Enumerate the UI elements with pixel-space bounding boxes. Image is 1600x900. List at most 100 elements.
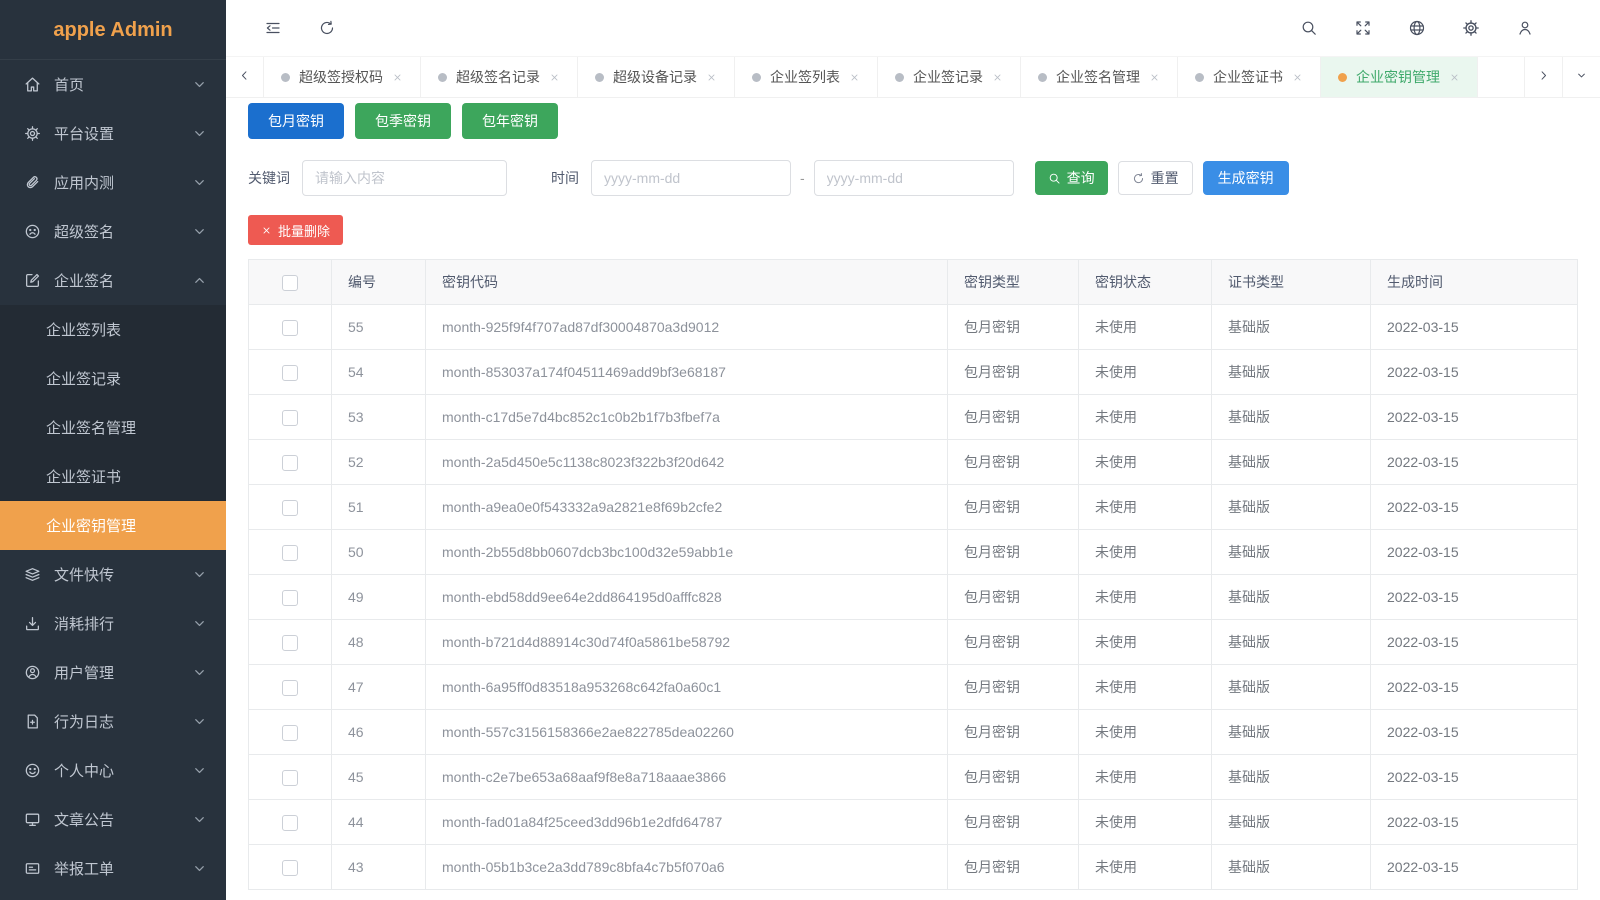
row-checkbox[interactable] xyxy=(282,410,298,426)
sidebar-item-platform-settings[interactable]: 平台设置 xyxy=(0,109,226,158)
close-icon[interactable] xyxy=(1149,72,1160,83)
row-checkbox[interactable] xyxy=(282,860,298,876)
cell-type: 包月密钥 xyxy=(948,485,1079,530)
tabs-scroll-left-button[interactable] xyxy=(226,57,264,97)
sidebar-item-report-ticket[interactable]: 举报工单 xyxy=(0,844,226,893)
tab-item[interactable]: 企业签名管理 xyxy=(1021,57,1178,97)
sidebar-item-enterprise-sign[interactable]: 企业签名 xyxy=(0,256,226,305)
globe-icon[interactable] xyxy=(1408,19,1426,37)
tab-item[interactable]: 超级设备记录 xyxy=(578,57,735,97)
sidebar-item-consumption-rank[interactable]: 消耗排行 xyxy=(0,599,226,648)
tabs-scroll-right-button[interactable] xyxy=(1524,57,1562,97)
chevron-down-icon xyxy=(191,713,208,730)
row-checkbox[interactable] xyxy=(282,725,298,741)
table-row: 45 month-c2e7be653a68aaf9f8e8a718aaae386… xyxy=(249,755,1578,800)
table-row: 51 month-a9ea0e0f543332a9a2821e8f69b2cfe… xyxy=(249,485,1578,530)
cell-id: 51 xyxy=(332,485,426,530)
search-button[interactable]: 查询 xyxy=(1035,161,1108,195)
menu-collapse-icon[interactable] xyxy=(264,19,282,37)
tab-item[interactable]: 企业签证书 xyxy=(1178,57,1321,97)
sidebar-subitem-enterprise-sign-cert[interactable]: 企业签证书 xyxy=(0,452,226,501)
yearly-key-button[interactable]: 包年密钥 xyxy=(462,103,558,139)
cell-id: 48 xyxy=(332,620,426,665)
cell-type: 包月密钥 xyxy=(948,800,1079,845)
topbar-left xyxy=(264,19,336,37)
sidebar-item-app-beta[interactable]: 应用内测 xyxy=(0,158,226,207)
tabs-menu-button[interactable] xyxy=(1562,57,1600,97)
cell-cert: 基础版 xyxy=(1212,710,1371,755)
row-checkbox[interactable] xyxy=(282,680,298,696)
tab-item[interactable]: 超级签授权码 xyxy=(264,57,421,97)
quarterly-key-button[interactable]: 包季密钥 xyxy=(355,103,451,139)
sidebar-item-file-transfer[interactable]: 文件快传 xyxy=(0,550,226,599)
cell-status: 未使用 xyxy=(1079,440,1212,485)
sidebar-subitem-enterprise-sign-records[interactable]: 企业签记录 xyxy=(0,354,226,403)
cell-id: 45 xyxy=(332,755,426,800)
close-icon[interactable] xyxy=(1292,72,1303,83)
search-icon[interactable] xyxy=(1300,19,1318,37)
cell-status: 未使用 xyxy=(1079,710,1212,755)
gear-icon[interactable] xyxy=(1462,19,1480,37)
cell-status: 未使用 xyxy=(1079,575,1212,620)
sidebar-item-label: 企业签名 xyxy=(54,270,191,291)
table-row: 55 month-925f9f4f707ad87df30004870a3d901… xyxy=(249,305,1578,350)
cell-id: 46 xyxy=(332,710,426,755)
row-checkbox[interactable] xyxy=(282,320,298,336)
cell-select xyxy=(249,305,332,350)
close-icon[interactable] xyxy=(992,72,1003,83)
sidebar-item-label: 文章公告 xyxy=(54,809,191,830)
user-icon[interactable] xyxy=(1516,19,1534,37)
sidebar-item-home[interactable]: 首页 xyxy=(0,60,226,109)
row-checkbox[interactable] xyxy=(282,500,298,516)
table-row: 49 month-ebd58dd9ee64e2dd864195d0afffc82… xyxy=(249,575,1578,620)
refresh-icon[interactable] xyxy=(318,19,336,37)
select-all-checkbox[interactable] xyxy=(282,275,298,291)
tab-item[interactable]: 企业签列表 xyxy=(735,57,878,97)
tab-item[interactable]: 超级签名记录 xyxy=(421,57,578,97)
row-checkbox[interactable] xyxy=(282,590,298,606)
tab-item[interactable]: 企业密钥管理 xyxy=(1321,57,1478,97)
row-checkbox[interactable] xyxy=(282,815,298,831)
sidebar-subitem-enterprise-sign-management[interactable]: 企业签名管理 xyxy=(0,403,226,452)
cell-id: 54 xyxy=(332,350,426,395)
smile-icon xyxy=(24,762,41,779)
monthly-key-button[interactable]: 包月密钥 xyxy=(248,103,344,139)
close-icon[interactable] xyxy=(849,72,860,83)
row-checkbox[interactable] xyxy=(282,545,298,561)
sidebar-item-user-management[interactable]: 用户管理 xyxy=(0,648,226,697)
generate-key-button-label: 生成密钥 xyxy=(1218,168,1274,188)
cell-created: 2022-03-15 xyxy=(1371,350,1578,395)
fullscreen-icon[interactable] xyxy=(1354,19,1372,37)
row-checkbox[interactable] xyxy=(282,365,298,381)
generate-key-button[interactable]: 生成密钥 xyxy=(1203,161,1289,195)
keyword-input[interactable] xyxy=(302,160,507,196)
row-checkbox[interactable] xyxy=(282,635,298,651)
sidebar-item-label: 文件快传 xyxy=(54,564,191,585)
close-icon[interactable] xyxy=(549,72,560,83)
cell-code: month-c2e7be653a68aaf9f8e8a718aaae3866 xyxy=(426,755,948,800)
tab-item[interactable]: 企业签记录 xyxy=(878,57,1021,97)
sidebar-subitem-enterprise-key-management[interactable]: 企业密钥管理 xyxy=(0,501,226,550)
row-checkbox[interactable] xyxy=(282,455,298,471)
sidebar-item-super-sign[interactable]: 超级签名 xyxy=(0,207,226,256)
reset-button[interactable]: 重置 xyxy=(1118,161,1193,195)
cell-select xyxy=(249,755,332,800)
cell-type: 包月密钥 xyxy=(948,440,1079,485)
close-icon[interactable] xyxy=(392,72,403,83)
close-icon[interactable] xyxy=(1449,72,1460,83)
date-end-input[interactable] xyxy=(814,160,1014,196)
cell-id: 47 xyxy=(332,665,426,710)
table-row: 50 month-2b55d8bb0607dcb3bc100d32e59abb1… xyxy=(249,530,1578,575)
date-start-input[interactable] xyxy=(591,160,791,196)
sidebar-subitem-enterprise-sign-list[interactable]: 企业签列表 xyxy=(0,305,226,354)
batch-delete-button[interactable]: 批量删除 xyxy=(248,215,343,245)
batch-row: 批量删除 xyxy=(248,215,1578,245)
close-icon[interactable] xyxy=(706,72,717,83)
sidebar-item-article-notice[interactable]: 文章公告 xyxy=(0,795,226,844)
sidebar-item-behavior-log[interactable]: 行为日志 xyxy=(0,697,226,746)
sidebar-item-personal-center[interactable]: 个人中心 xyxy=(0,746,226,795)
table-row: 53 month-c17d5e7d4bc852c1c0b2b1f7b3fbef7… xyxy=(249,395,1578,440)
row-checkbox[interactable] xyxy=(282,770,298,786)
cell-select xyxy=(249,575,332,620)
table-row: 54 month-853037a174f04511469add9bf3e6818… xyxy=(249,350,1578,395)
